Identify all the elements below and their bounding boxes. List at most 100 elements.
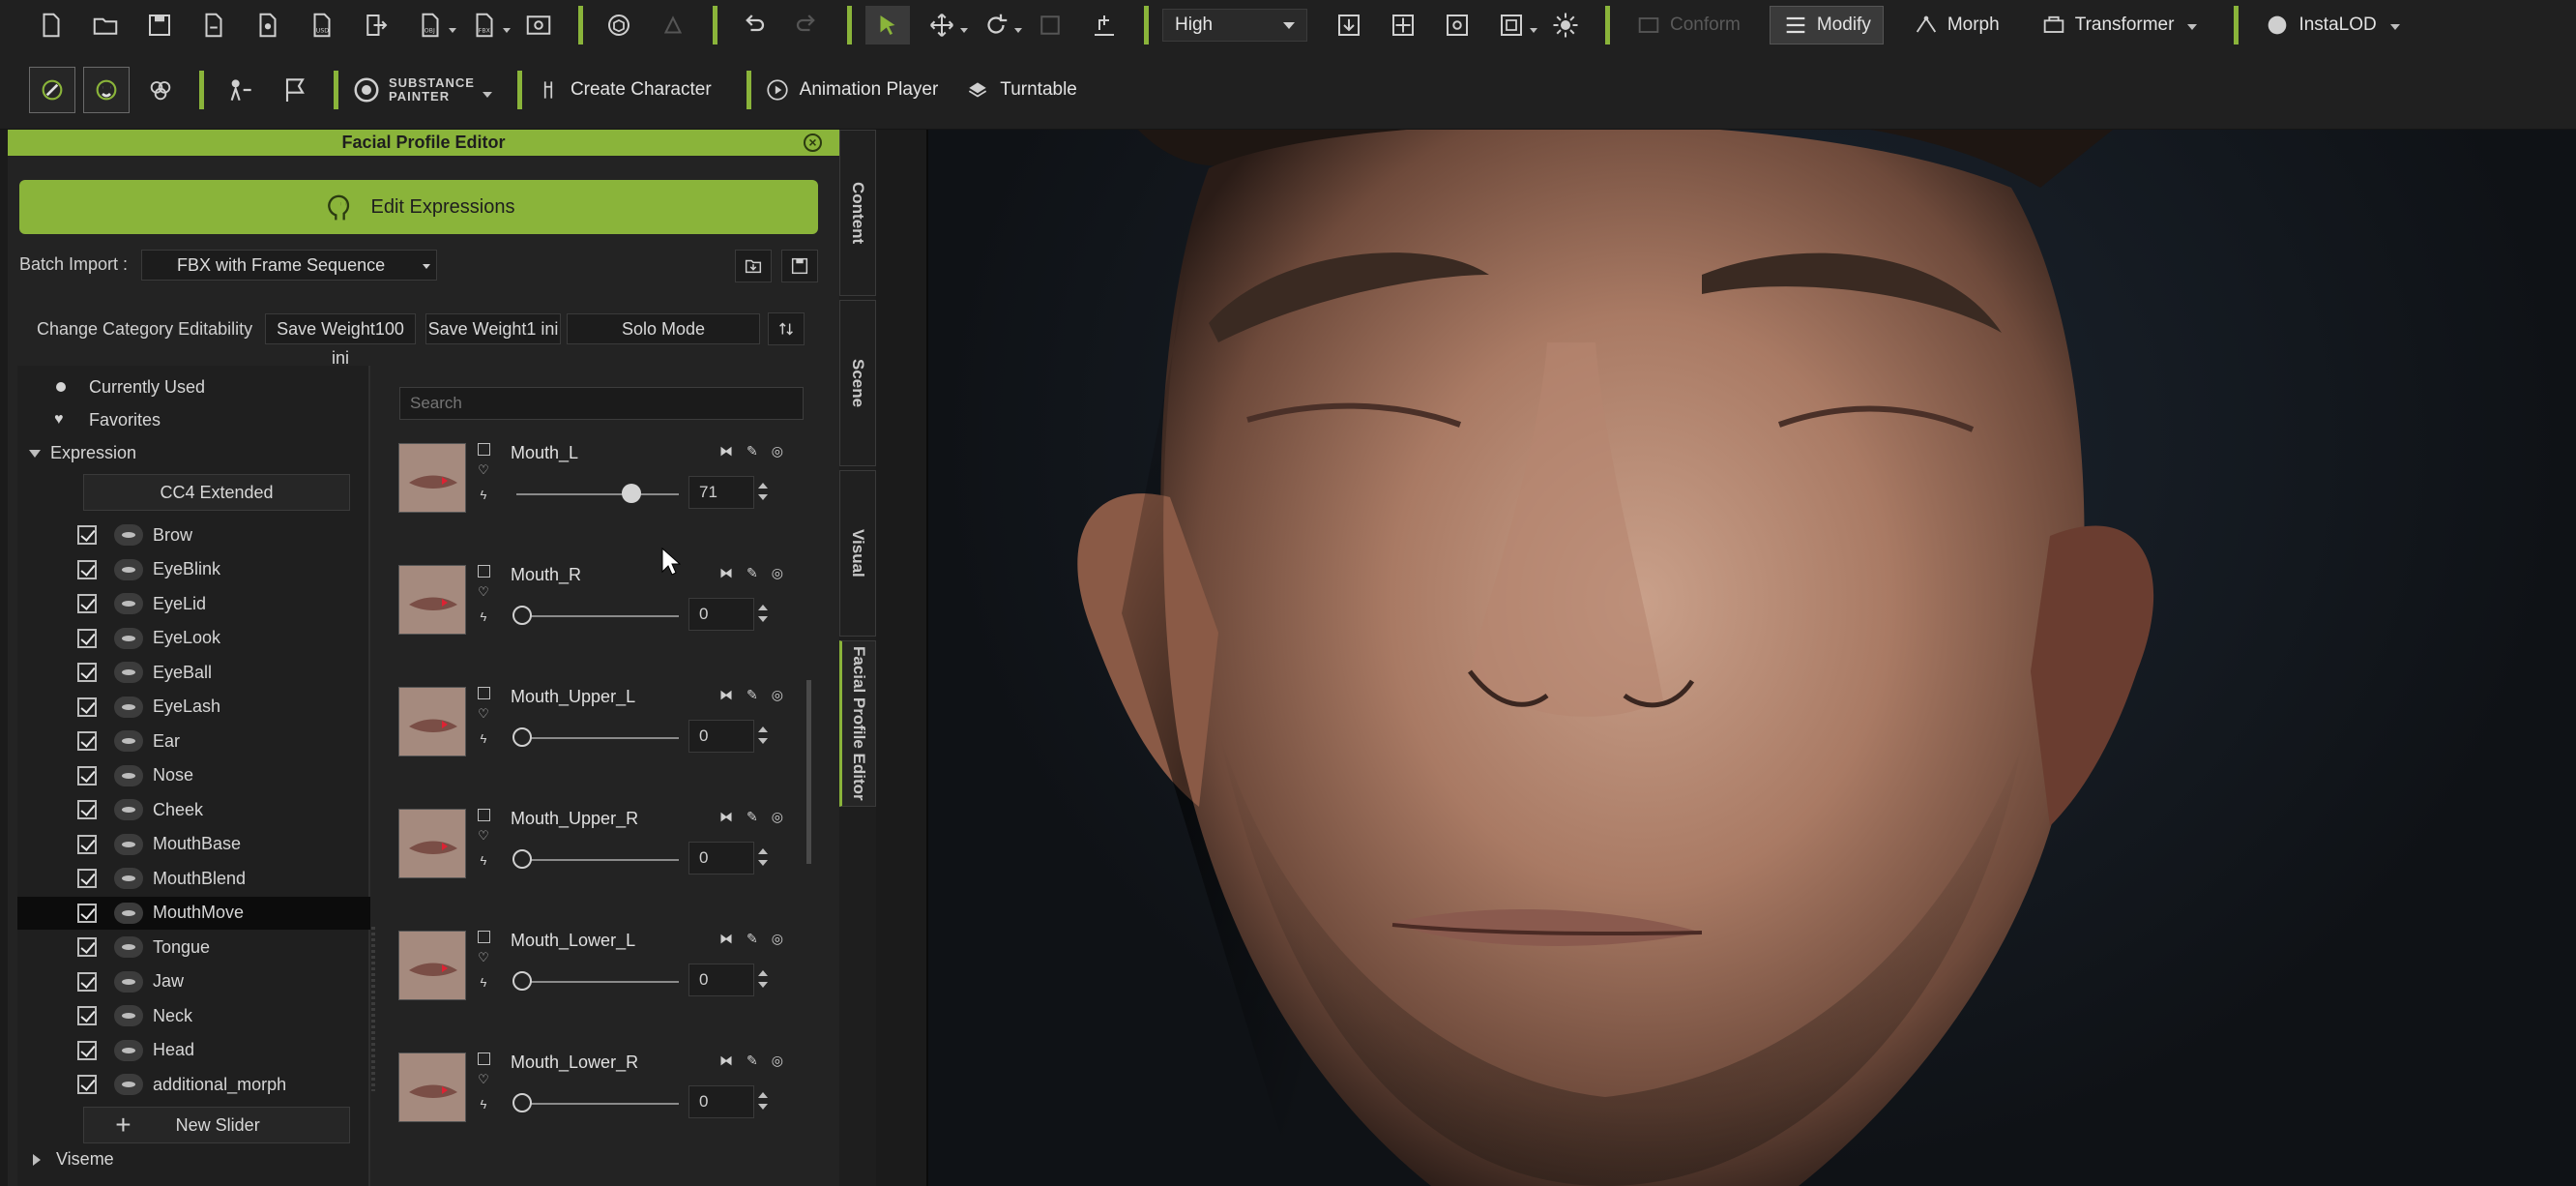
- pencil-icon[interactable]: ✎: [746, 443, 758, 460]
- target-icon[interactable]: ◎: [772, 687, 783, 703]
- target-icon[interactable]: ◎: [772, 931, 783, 947]
- tree-item-mouthblend[interactable]: MouthBlend: [17, 862, 370, 895]
- category-checkbox[interactable]: [77, 971, 97, 992]
- drop-to-floor-icon[interactable]: [1327, 6, 1371, 44]
- tree-item-brow[interactable]: Brow: [17, 519, 370, 551]
- select-arrow-icon[interactable]: [865, 6, 910, 44]
- tree-item-mouthbase[interactable]: MouthBase: [17, 828, 370, 861]
- save-icon[interactable]: [137, 6, 182, 44]
- category-checkbox[interactable]: [77, 525, 97, 545]
- tree-item-jaw[interactable]: Jaw: [17, 965, 370, 998]
- chevron-down-icon[interactable]: [758, 494, 768, 505]
- mirror-icon[interactable]: ⧓: [719, 443, 733, 460]
- heart-icon[interactable]: ♡: [476, 828, 491, 844]
- tree-item-head[interactable]: Head: [17, 1034, 370, 1067]
- morph-value-input[interactable]: 0: [688, 1085, 754, 1118]
- save-file-icon[interactable]: [781, 250, 818, 282]
- chevron-down-icon[interactable]: [758, 982, 768, 993]
- batch-import-select[interactable]: FBX with Frame Sequence: [141, 250, 437, 281]
- tree-item-cheek[interactable]: Cheek: [17, 793, 370, 826]
- value-stepper[interactable]: [758, 478, 772, 505]
- cube-icon[interactable]: [597, 6, 641, 44]
- import-icon[interactable]: [191, 6, 236, 44]
- favorite-checkbox[interactable]: [478, 931, 490, 943]
- lightning-icon[interactable]: ϟ: [476, 609, 491, 624]
- mirror-icon[interactable]: ⧓: [719, 687, 733, 703]
- save-weight1-button[interactable]: Save Weight1 ini: [425, 313, 561, 344]
- import-file-icon[interactable]: [735, 250, 772, 282]
- import-character-icon[interactable]: [246, 6, 290, 44]
- tree-item-viseme[interactable]: Viseme: [17, 1143, 370, 1176]
- substance-painter-button[interactable]: SUBSTANCE PAINTER: [352, 75, 492, 104]
- chevron-down-icon[interactable]: [758, 616, 768, 627]
- animation-player-button[interactable]: Animation Player: [765, 77, 938, 103]
- tree-item-neck[interactable]: Neck: [17, 999, 370, 1032]
- slider-track[interactable]: [516, 737, 679, 739]
- instalod-button[interactable]: InstaLOD: [2252, 6, 2411, 44]
- slider-handle[interactable]: [512, 1093, 532, 1112]
- tree-item-tongue[interactable]: Tongue: [17, 931, 370, 964]
- favorite-checkbox[interactable]: [478, 565, 490, 578]
- tree-item-eyelid[interactable]: EyeLid: [17, 587, 370, 620]
- new-slider-button[interactable]: + New Slider: [83, 1106, 350, 1143]
- lightning-icon[interactable]: ϟ: [476, 488, 491, 502]
- undo-icon[interactable]: [731, 6, 776, 44]
- pencil-icon[interactable]: ✎: [746, 687, 758, 703]
- favorite-checkbox[interactable]: [478, 1053, 490, 1065]
- tree-item-ear[interactable]: Ear: [17, 725, 370, 757]
- save-weight100-button[interactable]: Save Weight100 ini: [265, 313, 416, 368]
- pencil-icon[interactable]: ✎: [746, 931, 758, 947]
- tab-scene[interactable]: Scene: [839, 300, 876, 466]
- heart-icon[interactable]: ♡: [476, 584, 491, 600]
- category-checkbox[interactable]: [77, 1006, 97, 1025]
- category-checkbox[interactable]: [77, 765, 97, 786]
- favorite-checkbox[interactable]: [478, 687, 490, 699]
- character-tool-icon[interactable]: [29, 66, 75, 113]
- center-icon[interactable]: [1381, 6, 1425, 44]
- slider-track[interactable]: [516, 859, 679, 861]
- category-checkbox[interactable]: [77, 1075, 97, 1094]
- flag-icon[interactable]: [272, 67, 318, 113]
- pencil-icon[interactable]: ✎: [746, 565, 758, 581]
- chevron-down-icon[interactable]: [758, 738, 768, 749]
- tree-item-additional-morph[interactable]: additional_morph: [17, 1068, 370, 1101]
- slider-track[interactable]: [516, 493, 679, 495]
- morph-value-input[interactable]: 0: [688, 964, 754, 996]
- mirror-icon[interactable]: ⧓: [719, 1053, 733, 1069]
- slider-handle[interactable]: [512, 971, 532, 991]
- create-character-button[interactable]: Create Character: [536, 77, 712, 103]
- chevron-up-icon[interactable]: [758, 1087, 768, 1098]
- chevron-down-icon[interactable]: [758, 860, 768, 871]
- solo-mode-button[interactable]: Solo Mode: [567, 313, 760, 344]
- morph-value-input[interactable]: 0: [688, 720, 754, 753]
- tab-visual[interactable]: Visual: [839, 470, 876, 637]
- camera-view-icon[interactable]: [1489, 6, 1537, 44]
- category-checkbox[interactable]: [77, 697, 97, 717]
- material-icon[interactable]: [137, 67, 184, 113]
- edit-expressions-button[interactable]: Edit Expressions: [19, 180, 818, 234]
- mirror-icon[interactable]: ⧓: [719, 565, 733, 581]
- value-stepper[interactable]: [758, 965, 772, 993]
- close-icon[interactable]: ×: [804, 133, 822, 152]
- chevron-down-icon[interactable]: [758, 1104, 768, 1114]
- fbx-export-icon[interactable]: FBX: [462, 6, 511, 44]
- light-icon[interactable]: [1543, 6, 1588, 44]
- open-folder-icon[interactable]: [83, 6, 128, 44]
- favorite-checkbox[interactable]: [478, 443, 490, 456]
- heart-icon[interactable]: ♡: [476, 1072, 491, 1087]
- tree-item-eyelook[interactable]: EyeLook: [17, 622, 370, 655]
- rotate-icon[interactable]: [974, 6, 1022, 44]
- heart-icon[interactable]: ♡: [476, 706, 491, 722]
- mirror-icon[interactable]: ⧓: [719, 809, 733, 825]
- tab-content[interactable]: Content: [839, 130, 876, 296]
- chevron-up-icon[interactable]: [758, 600, 768, 610]
- lightning-icon[interactable]: ϟ: [476, 853, 491, 868]
- tree-item-favorites[interactable]: ♥ Favorites: [17, 403, 370, 436]
- category-checkbox[interactable]: [77, 1040, 97, 1060]
- pencil-icon[interactable]: ✎: [746, 809, 758, 825]
- slider-handle[interactable]: [512, 606, 532, 625]
- usd-icon[interactable]: USD: [300, 6, 344, 44]
- slider-handle[interactable]: [622, 484, 642, 503]
- category-checkbox[interactable]: [77, 937, 97, 957]
- tree-item-eyelash[interactable]: EyeLash: [17, 691, 370, 724]
